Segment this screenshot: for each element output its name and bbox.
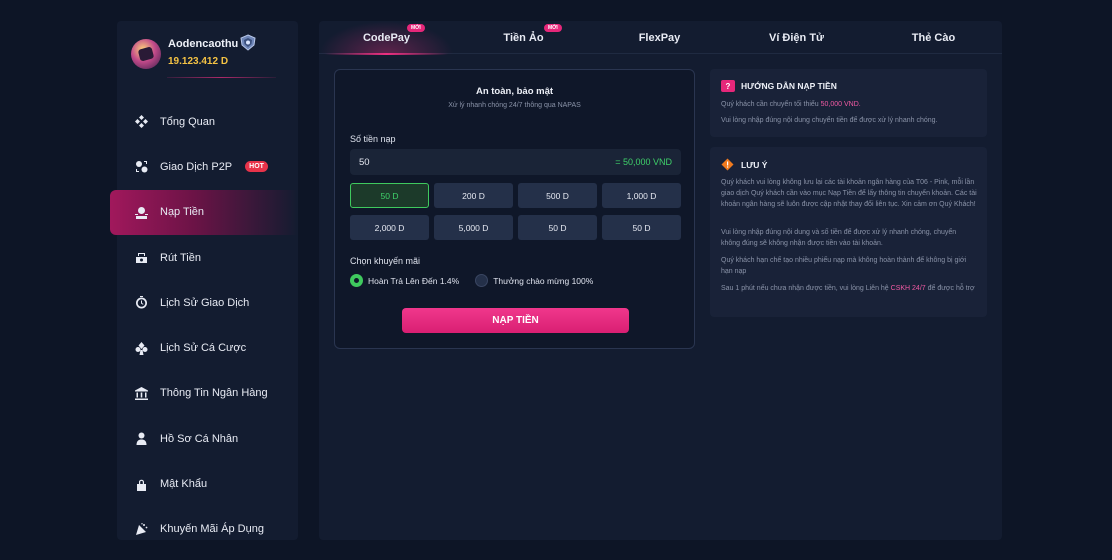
amount-chip[interactable]: 2,000 D (350, 215, 429, 240)
deposit-card: An toàn, bảo mật Xử lý nhanh chóng 24/7 … (334, 69, 695, 349)
amount-chip[interactable]: 50 D (602, 215, 681, 240)
amount-input[interactable]: 50 = 50,000 VND (350, 149, 681, 175)
tab-flexpay[interactable]: FlexPay (592, 21, 727, 54)
card-subtitle: Xử lý nhanh chóng 24/7 thông qua NAPAS (448, 102, 581, 109)
promo-label: Chọn khuyến mãi (350, 256, 421, 266)
tab-crypto[interactable]: Tiền Ảo MỚI (456, 21, 591, 54)
amount-chip[interactable]: 5,000 D (434, 215, 513, 240)
radio-unchecked-icon (475, 274, 489, 287)
card-title: An toàn, bảo mật (475, 86, 554, 97)
lock-icon (135, 478, 148, 491)
sidebar-item-label: Tổng Quan (160, 115, 216, 128)
new-badge: MỚI (544, 24, 562, 32)
promo-radio-welcome[interactable]: Thưởng chào mừng 100% (475, 274, 593, 287)
bet-history-icon (135, 341, 148, 355)
note-paragraph-contact: Sau 1 phút nếu chưa nhận được tiền, vui … (721, 284, 977, 295)
tab-label: FlexPay (638, 31, 681, 44)
p2p-icon (135, 160, 148, 173)
promo-option-label: Hoàn Trả Lên Đến 1.4% (368, 275, 460, 286)
tab-codepay[interactable]: CodePay MỚI (319, 21, 454, 55)
amount-value: 50 (359, 156, 370, 168)
sidebar-item-label: Giao Dịch P2P (160, 160, 233, 173)
promo-icon (135, 522, 148, 536)
sidebar-item-label: Rút Tiền (160, 251, 201, 264)
sidebar-item-promotions[interactable]: Khuyến Mãi Áp Dụng (117, 507, 298, 552)
user-icon (135, 432, 148, 446)
deposit-submit-button[interactable]: NẠP TIỀN (402, 308, 629, 333)
sidebar-nav: Tổng Quan Giao Dịch P2P HOT Nạp Tiền Rút… (110, 99, 298, 552)
notes-title: LƯU Ý (741, 159, 768, 170)
sidebar: Aodencaothu 19.123.412 D Tổng Quan Giao … (110, 21, 298, 540)
question-icon: ? (721, 80, 735, 92)
sidebar-item-withdraw[interactable]: Rút Tiền (117, 235, 298, 280)
sidebar-item-p2p[interactable]: Giao Dịch P2P HOT (117, 144, 298, 189)
sidebar-item-bank-info[interactable]: Thông Tin Ngân Hàng (117, 371, 298, 416)
guide-line-1: Quý khách cần chuyển tối thiểu 50,000 VN… (721, 100, 977, 111)
amount-chip[interactable]: 1,000 D (602, 183, 681, 208)
diamonds-icon (135, 115, 148, 129)
amount-converted: = 50,000 VND (615, 157, 672, 167)
warning-icon (721, 158, 734, 171)
username: Aodencaothu (168, 38, 239, 50)
note-text: Sau 1 phút nếu chưa nhận được tiền, vui … (721, 285, 891, 292)
amount-chip[interactable]: 200 D (434, 183, 513, 208)
min-amount: 50,000 VND. (820, 101, 861, 108)
tab-label: Tiền Ảo (503, 31, 544, 44)
sidebar-item-label: Mật Khẩu (160, 478, 208, 491)
divider (167, 77, 276, 78)
notes-box: LƯU Ý Quý khách vui lòng không lưu lại c… (710, 147, 987, 317)
sidebar-item-label: Lịch Sử Cá Cược (160, 342, 247, 355)
new-badge: MỚI (407, 24, 425, 32)
balance: 19.123.412 D (168, 56, 229, 67)
sidebar-item-label: Thông Tin Ngân Hàng (160, 387, 268, 400)
withdraw-icon (135, 251, 148, 264)
sidebar-item-bet-history[interactable]: Lịch Sử Cá Cược (117, 325, 298, 370)
amount-chip[interactable]: 50 D (518, 215, 597, 240)
amount-chip[interactable]: 500 D (518, 183, 597, 208)
deposit-icon (135, 206, 148, 219)
tab-label: Ví Điện Tử (768, 31, 825, 44)
amount-chips: 50 D 200 D 500 D 1,000 D 2,000 D 5,000 D… (350, 183, 682, 240)
notes-header: LƯU Ý (721, 158, 767, 171)
sidebar-item-label: Lịch Sử Giao Dịch (160, 296, 250, 309)
amount-chip[interactable]: 50 D (350, 183, 429, 208)
promo-radio-cashback[interactable]: Hoàn Trả Lên Đến 1.4% (350, 274, 459, 287)
deposit-guide-box: ? HƯỚNG DẪN NẠP TIỀN Quý khách cần chuyể… (710, 69, 987, 137)
guide-title: HƯỚNG DẪN NẠP TIỀN (741, 81, 837, 91)
history-icon (135, 296, 148, 309)
note-paragraph: Vui lòng nhập đúng nội dung và số tiền đ… (721, 229, 957, 247)
tab-card[interactable]: Thẻ Cào (865, 21, 1002, 54)
support-link[interactable]: CSKH 24/7 (891, 285, 926, 292)
bank-icon (135, 386, 148, 400)
sidebar-item-profile[interactable]: Hồ Sơ Cá Nhân (117, 416, 298, 461)
tab-label: CodePay (362, 31, 411, 44)
sidebar-item-label: Hồ Sơ Cá Nhân (160, 432, 239, 445)
guide-text: Quý khách cần chuyển tối thiểu (721, 101, 821, 108)
radio-checked-icon (350, 274, 363, 287)
payment-tabs: CodePay MỚI Tiền Ảo MỚI FlexPay Ví Điện … (319, 21, 1002, 55)
tab-label: Thẻ Cào (911, 31, 956, 44)
main-panel: CodePay MỚI Tiền Ảo MỚI FlexPay Ví Điện … (319, 21, 1002, 540)
sidebar-item-deposit[interactable]: Nạp Tiền (110, 189, 298, 235)
guide-header: ? HƯỚNG DẪN NẠP TIỀN (721, 80, 837, 92)
guide-line-2: Vui lòng nhập đúng nội dung chuyển tiền … (721, 117, 938, 124)
tab-ewallet[interactable]: Ví Điện Tử (729, 21, 864, 54)
sidebar-item-label: Khuyến Mãi Áp Dụng (160, 523, 264, 536)
note-text: để được hỗ trợ (925, 285, 975, 292)
sidebar-item-label: Nạp Tiền (160, 206, 205, 219)
promo-options: Hoàn Trả Lên Đến 1.4% Thưởng chào mừng 1… (350, 274, 609, 287)
note-paragraph: Quý khách vui lòng không lưu lại các tài… (721, 179, 977, 208)
avatar[interactable] (131, 39, 161, 69)
note-paragraph: Quý khách hạn chế tạo nhiều phiếu nạp mà… (721, 257, 967, 275)
sidebar-item-transaction-history[interactable]: Lịch Sử Giao Dịch (117, 280, 298, 325)
hot-badge: HOT (245, 161, 268, 173)
sidebar-item-overview[interactable]: Tổng Quan (117, 99, 298, 144)
user-panel: Aodencaothu 19.123.412 D (117, 21, 298, 99)
amount-label: Số tiền nạp (350, 134, 396, 144)
vip-shield-icon (240, 34, 256, 51)
sidebar-item-password[interactable]: Mật Khẩu (117, 461, 298, 506)
promo-option-label: Thưởng chào mừng 100% (493, 275, 594, 286)
